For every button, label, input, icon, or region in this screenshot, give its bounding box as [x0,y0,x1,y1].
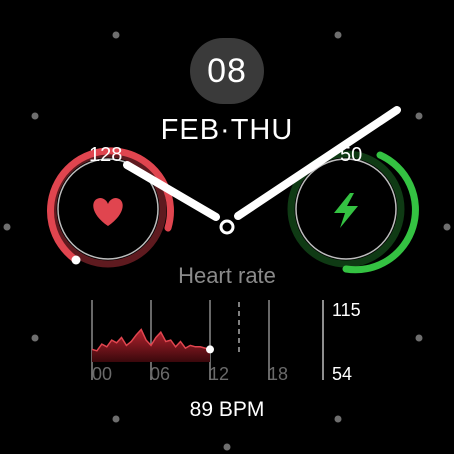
current-bpm: 89 BPM [189,398,265,421]
left-complication[interactable] [46,147,174,268]
hands-pivot [219,219,235,235]
hour-marker [443,223,451,231]
hour-marker [334,31,342,39]
right-complication-value: 50 [340,144,363,166]
date-month-weekday: FEB·THU [160,114,294,146]
hour-marker [112,31,120,39]
chart-y-min-label: 54 [332,364,353,384]
lightning-bolt-icon [334,193,358,228]
chart-x-label: 06 [150,364,171,384]
date-day: 08 [207,51,247,90]
chart-current-point [206,345,214,354]
hour-marker [31,334,39,342]
hour-marker [3,223,11,231]
date-day-badge[interactable]: 08 [190,38,264,104]
chart-x-label: 12 [209,364,230,384]
hour-marker [223,443,231,451]
heart-rate-chart [91,300,324,380]
chart-x-label: 00 [92,364,113,384]
left-complication-value: 128 [89,144,123,166]
chart-y-max-label: 115 [332,300,361,320]
heart-rate-title: Heart rate [178,263,276,288]
chart-x-label: 18 [268,364,289,384]
heart-icon [93,198,123,226]
hour-marker [415,334,423,342]
